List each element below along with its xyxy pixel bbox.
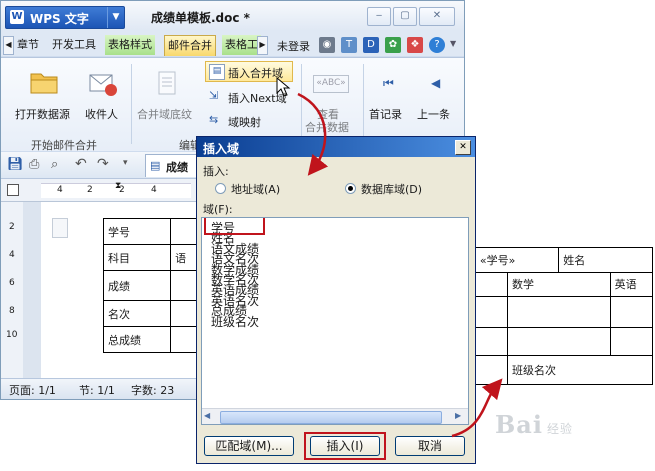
arrow-to-result — [451, 378, 503, 438]
arrow-to-dialog — [297, 92, 329, 176]
watermark-text: Bai — [495, 410, 543, 439]
annotation-arrows — [297, 92, 503, 438]
watermark-sub: 经验 — [546, 422, 573, 436]
watermark: Bai 经验 — [495, 410, 573, 439]
